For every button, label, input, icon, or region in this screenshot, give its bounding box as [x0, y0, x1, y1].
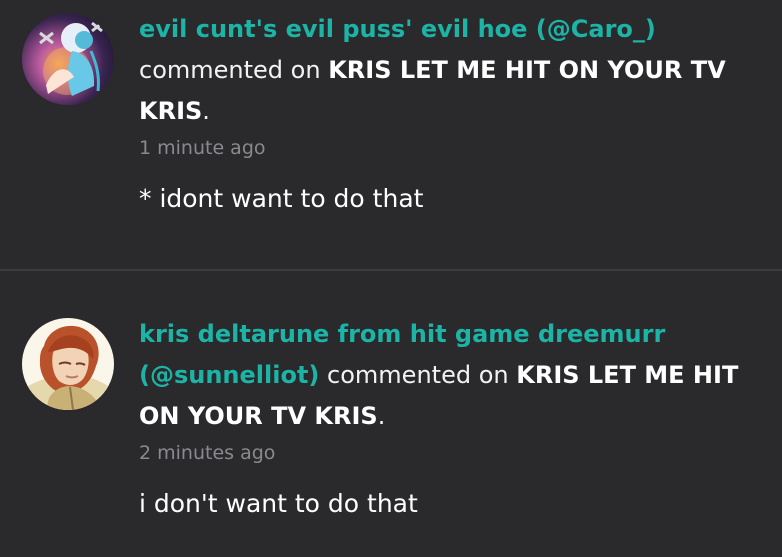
- notification-headline: evil cunt's evil puss' evil hoe (@Caro_)…: [139, 9, 759, 132]
- notification-content: kris deltarune from hit game dreemurr (@…: [139, 314, 759, 521]
- notification-content: evil cunt's evil puss' evil hoe (@Caro_)…: [139, 9, 759, 216]
- avatar-icon: [22, 13, 114, 105]
- timestamp: 1 minute ago: [139, 137, 266, 159]
- avatar[interactable]: [22, 13, 114, 105]
- avatar[interactable]: [22, 318, 114, 410]
- notification-item: evil cunt's evil puss' evil hoe (@Caro_)…: [0, 0, 782, 269]
- notification-item: kris deltarune from hit game dreemurr (@…: [0, 271, 782, 557]
- avatar-icon: [22, 318, 114, 410]
- title-punctuation: .: [377, 402, 386, 430]
- action-text: commented on: [139, 56, 321, 84]
- timestamp: 2 minutes ago: [139, 442, 276, 464]
- user-link[interactable]: evil cunt's evil puss' evil hoe (@Caro_): [139, 15, 656, 43]
- comment-text: i don't want to do that: [139, 489, 418, 518]
- action-text: commented on: [327, 361, 509, 389]
- notification-headline: kris deltarune from hit game dreemurr (@…: [139, 314, 759, 437]
- title-punctuation: .: [202, 97, 210, 125]
- comment-text: * idont want to do that: [139, 184, 424, 213]
- notification-feed: evil cunt's evil puss' evil hoe (@Caro_)…: [0, 0, 782, 557]
